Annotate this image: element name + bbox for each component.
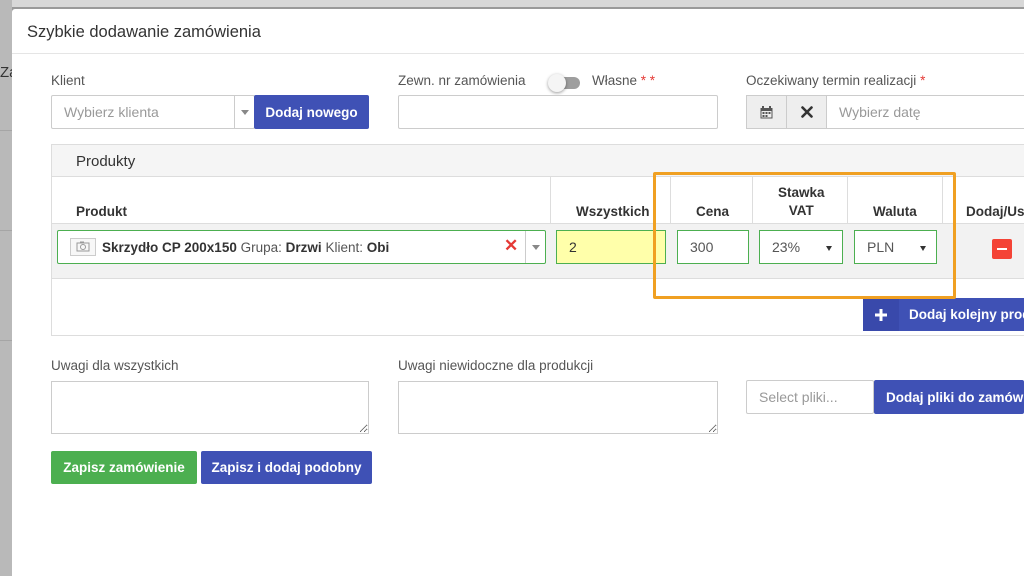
currency-select[interactable]: PLN: [854, 230, 937, 264]
add-product-label: Dodaj kolejny prod: [909, 307, 1024, 322]
notes-all-textarea[interactable]: [51, 381, 369, 434]
close-icon[interactable]: [787, 96, 827, 128]
due-date-placeholder: Wybierz datę: [839, 104, 921, 120]
column-header-currency: Waluta: [873, 204, 917, 219]
save-and-add-similar-button[interactable]: Zapisz i dodaj podobny: [201, 451, 372, 484]
order-number-input[interactable]: [398, 95, 718, 129]
chevron-down-icon[interactable]: [234, 96, 254, 128]
save-order-button[interactable]: Zapisz zamówienie: [51, 451, 197, 484]
add-files-button[interactable]: Dodaj pliki do zamówi: [874, 380, 1024, 414]
required-mark: *: [920, 73, 926, 88]
group-label: Grupa:: [240, 240, 282, 255]
product-summary: Skrzydło CP 200x150 Grupa: Drzwi Klient:…: [102, 240, 389, 255]
column-header-price: Cena: [696, 204, 730, 219]
products-title: Produkty: [76, 153, 136, 170]
background-topbar: [0, 0, 1024, 7]
price-input[interactable]: 300: [677, 230, 749, 264]
products-panel-header: Produkty: [52, 145, 1024, 177]
client-placeholder: Wybierz klienta: [64, 104, 159, 120]
modal-header: Szybkie dodawanie zamówienia: [12, 9, 1024, 54]
notes-hidden-label: Uwagi niewidoczne dla produkcji: [398, 358, 594, 373]
product-client: Obi: [366, 240, 390, 255]
product-group: Drzwi: [285, 240, 322, 255]
column-header-all: Wszystkich: [576, 204, 650, 219]
camera-icon: [70, 238, 96, 256]
vat-select[interactable]: 23%: [759, 230, 843, 264]
product-select[interactable]: Skrzydło CP 200x150 Grupa: Drzwi Klient:…: [57, 230, 546, 264]
background-divider: [0, 340, 12, 341]
caret-down-icon: [826, 246, 832, 251]
calendar-icon[interactable]: [747, 96, 787, 128]
column-header-vat-line1: Stawka: [778, 185, 825, 200]
required-mark: * *: [640, 73, 656, 88]
own-number-text: Własne: [592, 73, 638, 88]
modal-title: Szybkie dodawanie zamówienia: [27, 23, 261, 41]
client-field-label: Klient:: [325, 240, 363, 255]
column-header-vat: Stawka VAT: [778, 184, 825, 220]
add-product-button[interactable]: Dodaj kolejny prod: [863, 298, 1024, 331]
quick-order-modal: Szybkie dodawanie zamówienia Klient Wybi…: [12, 9, 1024, 576]
background-page: Za: [0, 0, 18, 576]
chevron-down-icon[interactable]: [525, 231, 545, 263]
price-value: 300: [690, 239, 714, 255]
column-header-actions: Dodaj/Us: [966, 204, 1024, 219]
background-divider: [0, 130, 12, 131]
own-number-label: Własne * *: [592, 73, 655, 88]
currency-value: PLN: [867, 239, 895, 255]
vat-value: 23%: [772, 239, 801, 255]
clear-product-icon[interactable]: ✕: [504, 236, 518, 256]
files-input[interactable]: Select pliki...: [746, 380, 874, 414]
order-number-label: Zewn. nr zamówienia: [398, 73, 526, 88]
background-divider: [0, 230, 12, 231]
caret-down-icon: [920, 246, 926, 251]
files-placeholder: Select pliki...: [759, 389, 838, 405]
column-header-product: Produkt: [76, 204, 128, 219]
notes-hidden-textarea[interactable]: [398, 381, 718, 434]
quantity-value: 2: [569, 239, 577, 255]
notes-all-label: Uwagi dla wszystkich: [51, 358, 179, 373]
due-date-label-text: Oczekiwany termin realizacji: [746, 73, 917, 88]
plus-icon: [863, 298, 899, 331]
product-name: Skrzydło CP 200x150: [102, 240, 237, 255]
column-header-vat-line2: VAT: [788, 203, 814, 218]
due-date-picker: Wybierz datę: [746, 95, 1024, 129]
add-client-button[interactable]: Dodaj nowego: [254, 95, 369, 129]
products-panel: Produkty Produkt Wszystkich Cena Stawka …: [51, 144, 1024, 336]
client-label: Klient: [51, 73, 85, 88]
quantity-input[interactable]: 2: [556, 230, 666, 264]
due-date-label: Oczekiwany termin realizacji *: [746, 73, 925, 88]
remove-row-button[interactable]: [992, 239, 1012, 259]
own-number-toggle[interactable]: [548, 74, 582, 92]
client-select[interactable]: Wybierz klienta: [51, 95, 255, 129]
